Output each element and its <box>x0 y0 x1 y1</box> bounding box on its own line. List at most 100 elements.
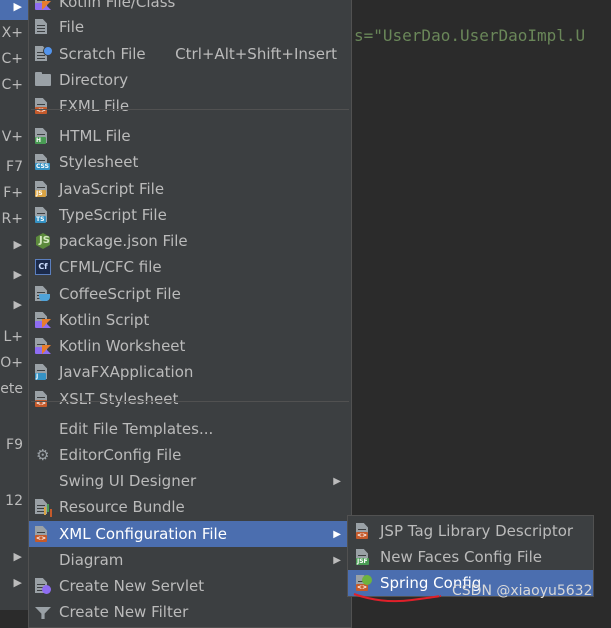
html-file-icon: H <box>35 128 51 144</box>
submenu-item-new-faces-config-file[interactable]: JSF New Faces Config File <box>348 544 593 570</box>
menu-item-editorconfig-file[interactable]: ⚙ EditorConfig File <box>29 442 351 468</box>
menu-item-label: Diagram <box>59 551 124 569</box>
kotlin-worksheet-icon <box>35 338 51 354</box>
kotlin-script-icon <box>35 312 51 328</box>
menu-item-label: package.json File <box>59 232 188 250</box>
menu-item-label: File <box>59 18 85 36</box>
submenu-item-jsp-tag-library-descriptor[interactable]: <> JSP Tag Library Descriptor <box>348 518 593 544</box>
menu-item-label: Kotlin Script <box>59 311 150 329</box>
menu-item-label: Scratch File <box>59 45 146 63</box>
menu-separator <box>31 109 349 110</box>
xml-file-icon: <> <box>35 526 51 542</box>
parent-submenu-arrow-icon[interactable]: ▶ <box>0 570 29 596</box>
menu-separator <box>31 401 349 402</box>
menu-item-label: FXML File <box>59 97 130 115</box>
submenu-arrow-icon: ▶ <box>333 475 341 487</box>
red-underline-annotation <box>353 593 442 603</box>
filter-icon <box>35 604 51 620</box>
menu-item-typescript-file[interactable]: TS TypeScript File <box>29 202 351 228</box>
parent-menu-shortcut: F9 <box>6 437 23 453</box>
menu-item-label: TypeScript File <box>59 206 167 224</box>
parent-menu-shortcut: F7 <box>6 159 23 175</box>
parent-menu-shortcut: +O <box>0 355 23 371</box>
menu-item-swing-ui-designer[interactable]: Swing UI Designer ▶ <box>29 468 351 494</box>
parent-menu-shortcut: +L <box>3 329 23 345</box>
ts-file-icon: TS <box>35 207 51 223</box>
menu-item-xslt-stylesheet[interactable]: <> XSLT Stylesheet <box>29 386 351 412</box>
parent-submenu-arrow-icon[interactable]: ▶ <box>0 262 29 288</box>
nodejs-icon: JS <box>35 233 51 249</box>
gear-icon: ⚙ <box>36 446 50 464</box>
parent-menu-shortcut: +X <box>1 25 23 41</box>
menu-item-create-new-filter[interactable]: Create New Filter <box>29 599 351 625</box>
menu-item-label: XSLT Stylesheet <box>59 390 179 408</box>
menu-item-diagram[interactable]: Diagram ▶ <box>29 547 351 573</box>
javafx-file-icon: J <box>35 364 51 380</box>
menu-item-label: JavaScript File <box>59 180 165 198</box>
parent-menu-shortcut: ete <box>0 381 23 397</box>
jsf-file-icon: JSF <box>356 549 372 565</box>
xslt-file-icon: <> <box>35 391 51 407</box>
coffee-file-icon <box>35 286 51 302</box>
parent-submenu-arrow-icon[interactable]: ▶ <box>0 544 29 570</box>
menu-item-fxml-file[interactable]: <> FXML File <box>29 93 351 119</box>
menu-item-kotlin-file-class[interactable]: Kotlin File/Class <box>29 0 351 15</box>
menu-item-package-json-file[interactable]: JS package.json File <box>29 228 351 254</box>
tld-file-icon: <> <box>356 523 372 539</box>
submenu-arrow-icon: ▶ <box>333 528 341 540</box>
menu-item-resource-bundle[interactable]: Resource Bundle <box>29 494 351 520</box>
folder-icon <box>35 72 51 88</box>
menu-item-javafxapplication[interactable]: J JavaFXApplication <box>29 359 351 385</box>
menu-item-label: Kotlin Worksheet <box>59 337 186 355</box>
js-file-icon: JS <box>35 181 51 197</box>
menu-item-label: JavaFXApplication <box>59 363 194 381</box>
menu-item-label: Create New Servlet <box>59 577 205 595</box>
parent-menu-shortcut: +F <box>3 185 23 201</box>
parent-submenu-arrow-icon[interactable]: ▶ <box>0 232 29 258</box>
menu-item-cfml-cfc-file[interactable]: Cf CFML/CFC file <box>29 254 351 280</box>
menu-item-kotlin-worksheet[interactable]: Kotlin Worksheet <box>29 333 351 359</box>
new-submenu: Kotlin File/Class File Scratch File Ctrl+Al… <box>28 0 352 628</box>
menu-item-label: HTML File <box>59 127 131 145</box>
scratch-file-icon <box>35 46 53 62</box>
menu-item-create-new-servlet[interactable]: Create New Servlet <box>29 573 351 599</box>
resource-bundle-icon <box>35 499 51 515</box>
parent-menu-shortcut: +C <box>1 51 23 67</box>
menu-item-label: Kotlin File/Class <box>59 0 176 11</box>
fxml-file-icon: <> <box>35 98 51 114</box>
menu-item-scratch-file[interactable]: Scratch File Ctrl+Alt+Shift+Insert <box>29 41 351 67</box>
menu-item-label: Directory <box>59 71 129 89</box>
menu-item-kotlin-script[interactable]: Kotlin Script <box>29 307 351 333</box>
menu-item-xml-configuration-file[interactable]: <> XML Configuration File ▶ <box>29 521 351 547</box>
parent-submenu-arrow-icon[interactable]: ▶ <box>0 0 29 20</box>
menu-item-edit-file-templates[interactable]: Edit File Templates... <box>29 416 351 442</box>
submenu-arrow-icon: ▶ <box>333 554 341 566</box>
menu-item-label: Swing UI Designer <box>59 472 197 490</box>
menu-item-label: Edit File Templates... <box>59 420 214 438</box>
parent-submenu-arrow-icon[interactable]: ▶ <box>0 292 29 318</box>
menu-item-coffeescript-file[interactable]: CoffeeScript File <box>29 281 351 307</box>
menu-item-stylesheet[interactable]: CSS Stylesheet <box>29 149 351 175</box>
menu-item-label: CoffeeScript File <box>59 285 181 303</box>
menu-item-label: EditorConfig File <box>59 446 182 464</box>
editor-code-line: s="UserDao.UserDaoImpl.U <box>354 26 586 45</box>
menu-item-javascript-file[interactable]: JS JavaScript File <box>29 176 351 202</box>
parent-menu-shortcut: 12 <box>5 493 23 509</box>
menu-item-label: Create New Filter <box>59 603 189 621</box>
menu-item-html-file[interactable]: H HTML File <box>29 123 351 149</box>
menu-item-label: Resource Bundle <box>59 498 185 516</box>
submenu-item-label: New Faces Config File <box>380 548 542 566</box>
file-icon <box>35 19 51 35</box>
submenu-item-label: JSP Tag Library Descriptor <box>380 522 574 540</box>
menu-item-label: Stylesheet <box>59 153 139 171</box>
parent-menu-shortcut: +C <box>1 77 23 93</box>
menu-item-file[interactable]: File <box>29 14 351 40</box>
parent-menu-shortcut: +R <box>1 211 23 227</box>
watermark: CSDN @xiaoyu5632 <box>452 583 593 599</box>
menu-item-label: CFML/CFC file <box>59 258 162 276</box>
spring-file-icon: <> <box>356 575 372 591</box>
menu-item-directory[interactable]: Directory <box>29 67 351 93</box>
servlet-icon <box>35 578 51 594</box>
parent-menu-shortcut: +V <box>1 129 23 145</box>
css-file-icon: CSS <box>35 154 51 170</box>
